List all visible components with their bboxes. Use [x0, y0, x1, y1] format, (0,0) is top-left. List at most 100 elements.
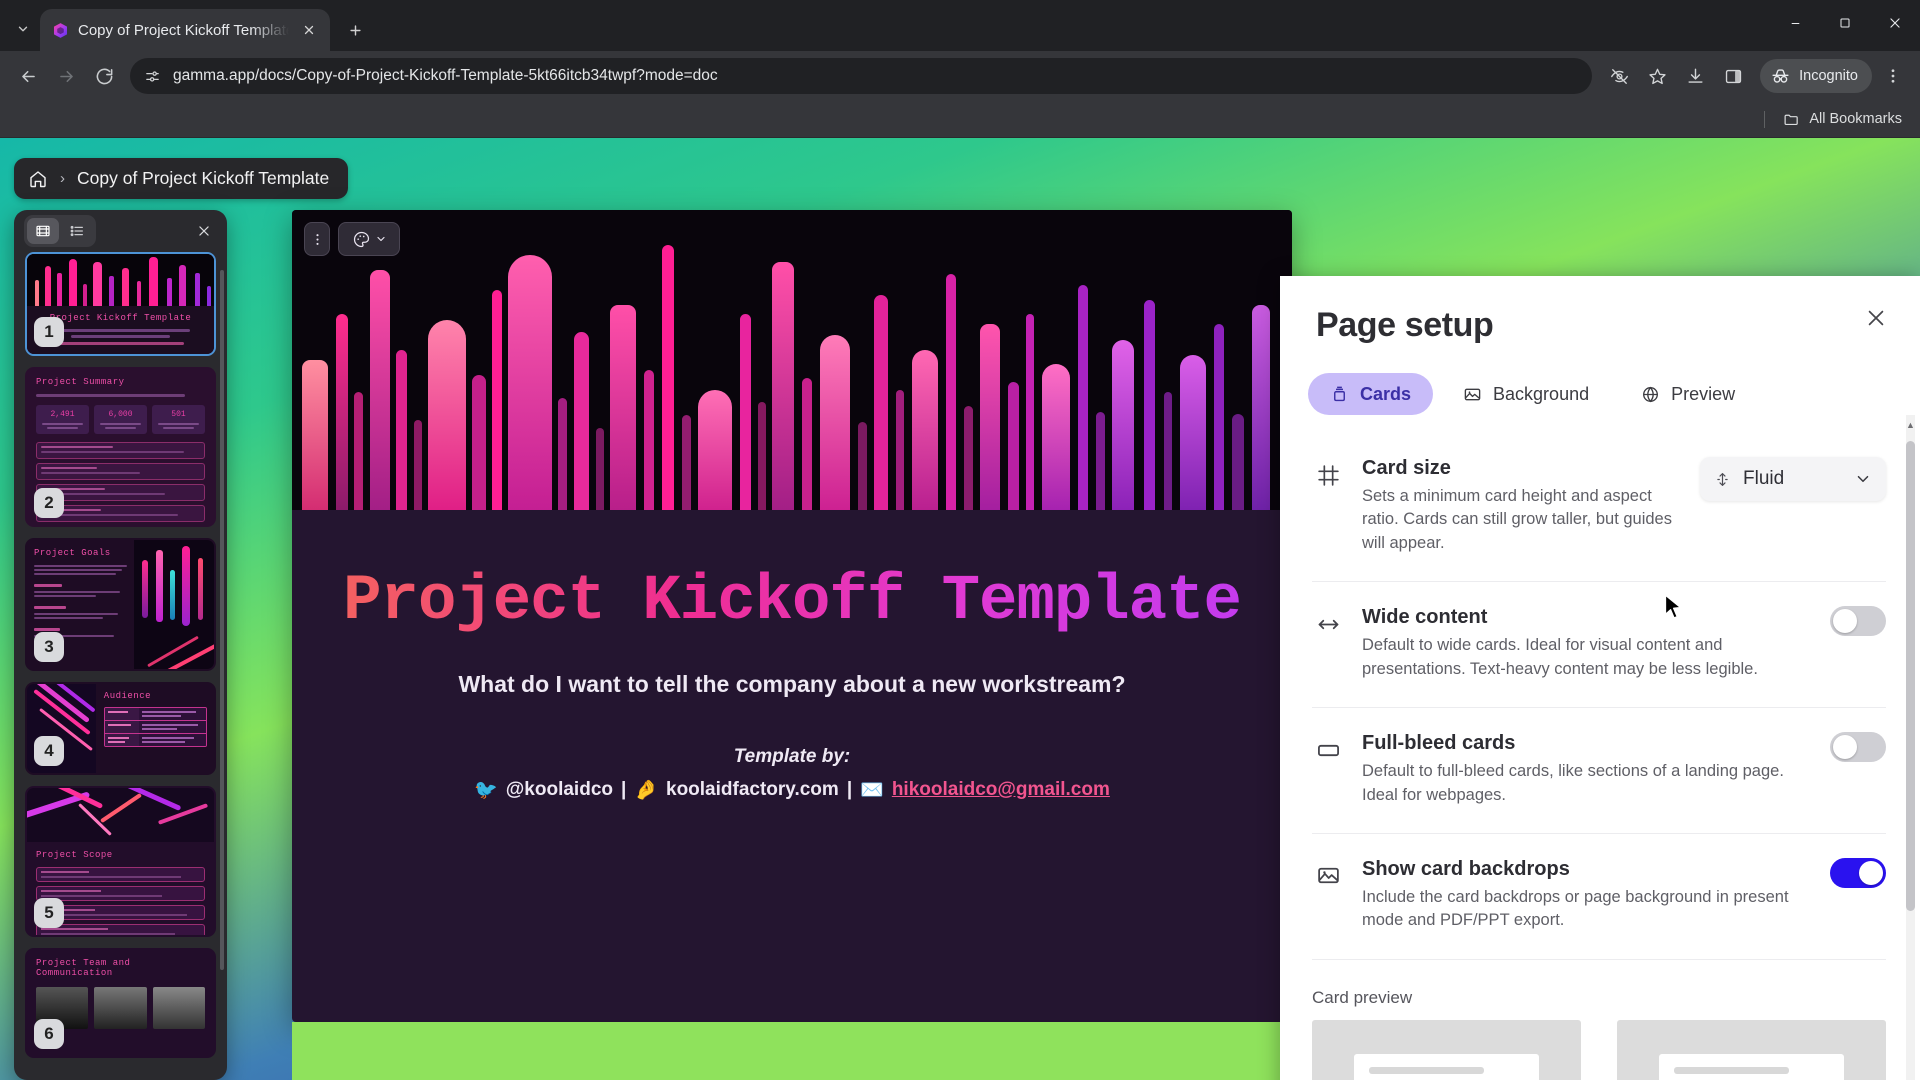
- tab-preview-label: Preview: [1671, 383, 1736, 404]
- page-setup-close-icon[interactable]: [1860, 302, 1892, 334]
- third-party-cookie-blocked-icon[interactable]: [1602, 59, 1636, 93]
- window-minimize-button[interactable]: [1770, 0, 1820, 46]
- tab-search-icon[interactable]: [6, 12, 40, 46]
- slide-number-3: 3: [34, 632, 64, 662]
- slide-panel-scrollbar[interactable]: [220, 270, 224, 970]
- page-setup-scrollbar[interactable]: ▲ ▼: [1906, 415, 1915, 1080]
- show-card-backdrops-toggle[interactable]: [1830, 857, 1886, 888]
- setting-wide-content: Wide content Default to wide cards. Idea…: [1312, 582, 1886, 709]
- three-dot-menu-icon[interactable]: [1876, 59, 1910, 93]
- page-title: Page setup: [1316, 306, 1494, 344]
- image-icon: [1463, 385, 1482, 404]
- wide-content-toggle[interactable]: [1830, 606, 1886, 637]
- tab-preview[interactable]: Preview: [1619, 373, 1757, 415]
- address-bar-url: gamma.app/docs/Copy-of-Project-Kickoff-T…: [173, 67, 718, 84]
- bookmark-star-icon[interactable]: [1640, 59, 1674, 93]
- browser-toolbar: gamma.app/docs/Copy-of-Project-Kickoff-T…: [0, 51, 1920, 101]
- slide-5-title: Project Scope: [36, 850, 113, 860]
- setting-backdrops-text: Show card backdrops Include the card bac…: [1362, 858, 1812, 933]
- setting-wide-content-control: [1830, 606, 1886, 637]
- tab-cards-label: Cards: [1360, 383, 1412, 404]
- reload-button[interactable]: [86, 58, 122, 94]
- full-bleed-cards-toggle[interactable]: [1830, 732, 1886, 763]
- arrows-horizontal-icon: [1312, 608, 1344, 640]
- card-title: Project Kickoff Template: [332, 567, 1252, 637]
- side-panel-icon[interactable]: [1716, 59, 1750, 93]
- tab-close-icon[interactable]: [298, 19, 320, 41]
- setting-card-size-desc: Sets a minimum card height and aspect ra…: [1362, 487, 1672, 552]
- mock-title-line: [1368, 1067, 1484, 1075]
- slide-2-metric-3: 501: [171, 410, 186, 419]
- address-bar[interactable]: gamma.app/docs/Copy-of-Project-Kickoff-T…: [130, 58, 1593, 94]
- mock-title-line: [1673, 1067, 1789, 1075]
- list-view-icon[interactable]: [61, 218, 93, 244]
- envelope-emoji: ✉️: [860, 780, 884, 802]
- slide-thumbnail-5[interactable]: Project Scope 5: [25, 786, 216, 937]
- card-toolbar: [304, 222, 400, 256]
- resize-vertical-icon: [1714, 471, 1731, 488]
- frame-icon: [1312, 459, 1344, 491]
- home-icon[interactable]: [28, 169, 48, 189]
- all-bookmarks-label: All Bookmarks: [1809, 111, 1902, 127]
- credit-separator-1: |: [621, 779, 627, 801]
- chevron-down-icon: [375, 233, 387, 245]
- credit-email-link[interactable]: hikoolaidco@gmail.com: [892, 779, 1110, 801]
- card-size-select[interactable]: Fluid: [1700, 457, 1886, 501]
- window-controls: [1770, 0, 1920, 46]
- credit-handle: @koolaidco: [505, 779, 613, 801]
- card-theme-button[interactable]: [338, 222, 400, 256]
- chevron-down-icon: [1854, 470, 1872, 488]
- forward-button[interactable]: [48, 58, 84, 94]
- folder-icon: [1783, 111, 1800, 128]
- setting-card-size-title: Card size: [1362, 457, 1451, 479]
- slide-number-2: 2: [34, 488, 64, 518]
- tab-background-label: Background: [1493, 383, 1590, 404]
- slide-view-toggle: [24, 215, 96, 247]
- slide-thumbnail-3[interactable]: Project Goals 3: [25, 538, 216, 671]
- slide-thumbnail-4[interactable]: Audience 4: [25, 682, 216, 775]
- mouse-cursor: [1664, 594, 1683, 626]
- window-maximize-button[interactable]: [1820, 0, 1870, 46]
- tab-background[interactable]: Background: [1441, 373, 1611, 415]
- slide-thumbnail-6[interactable]: Project Team and Communication 6: [25, 948, 216, 1058]
- template-credits: 🐦 @koolaidco | 🤌 koolaidfactory.com | ✉️…: [332, 778, 1252, 802]
- incognito-indicator[interactable]: Incognito: [1760, 59, 1872, 93]
- slide-thumbnail-list[interactable]: Project Kickoff Template 1 Project Summa…: [14, 252, 227, 1080]
- globe-icon: [1641, 385, 1660, 404]
- slide-thumbnail-1[interactable]: Project Kickoff Template 1: [25, 252, 216, 356]
- card-preview-item-edit-and-share[interactable]: Edit and share: [1312, 1019, 1581, 1080]
- card-subtitle: What do I want to tell the company about…: [458, 671, 1126, 698]
- page-setup-tabs: Cards Background Preview: [1280, 345, 1920, 415]
- caret-up-icon[interactable]: ▲: [1906, 417, 1915, 433]
- rectangle-icon: [1312, 734, 1344, 766]
- all-bookmarks-button[interactable]: All Bookmarks: [1783, 111, 1902, 128]
- new-tab-button[interactable]: [338, 13, 372, 47]
- toggle-knob: [1833, 735, 1857, 760]
- slide-panel-header: [14, 210, 227, 252]
- breadcrumb[interactable]: › Copy of Project Kickoff Template: [14, 158, 349, 199]
- card-preview-thumb: [1312, 1019, 1581, 1080]
- card-size-value: Fluid: [1743, 468, 1785, 489]
- page-info-icon[interactable]: [144, 68, 161, 85]
- slide-panel-close-icon[interactable]: [191, 218, 217, 244]
- bookmarks-divider: [1764, 110, 1766, 128]
- browser-tab[interactable]: Copy of Project Kickoff Template: [40, 9, 330, 51]
- card-hero-image: [292, 210, 1292, 510]
- setting-wide-content-desc: Default to wide cards. Ideal for visual …: [1362, 636, 1758, 678]
- setting-card-size-text: Card size Sets a minimum card height and…: [1362, 457, 1682, 555]
- back-button[interactable]: [10, 58, 46, 94]
- grid-view-icon[interactable]: [27, 218, 59, 244]
- scrollbar-thumb[interactable]: [1906, 441, 1915, 911]
- card-menu-icon[interactable]: [304, 222, 330, 256]
- slide-thumbnail-2[interactable]: Project Summary 2,491 6,000 501 2: [25, 367, 216, 527]
- download-icon[interactable]: [1678, 59, 1712, 93]
- slide-3-title: Project Goals: [34, 548, 111, 558]
- tab-cards[interactable]: Cards: [1308, 373, 1434, 415]
- toolbar-icon-group: Incognito: [1602, 59, 1910, 93]
- slide-6-title: Project Team and Communication: [36, 958, 131, 978]
- card-preview-item-present-and-export[interactable]: Present and export: [1617, 1019, 1886, 1080]
- card-preview-mock: [1353, 1054, 1540, 1080]
- window-close-button[interactable]: [1870, 0, 1920, 46]
- setting-show-card-backdrops: Show card backdrops Include the card bac…: [1312, 834, 1886, 960]
- document-card-1: Project Kickoff Template What do I want …: [292, 210, 1292, 1022]
